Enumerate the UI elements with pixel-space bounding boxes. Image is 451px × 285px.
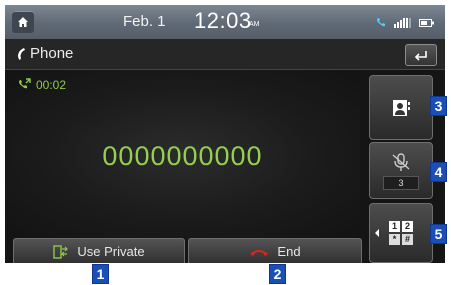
status-bar: Feb. 1 12:03 AM xyxy=(5,5,445,39)
keypad-key: # xyxy=(402,234,413,245)
dial-keypad-icon: 1 2 * # xyxy=(389,221,413,245)
phone-screen: Feb. 1 12:03 AM Phone 00:02 0000000000 3… xyxy=(5,5,445,263)
end-label: End xyxy=(277,244,301,259)
use-private-button[interactable]: Use Private xyxy=(13,238,185,263)
use-private-label: Use Private xyxy=(77,244,145,259)
callout-badge-3: 3 xyxy=(430,96,447,116)
dial-keypad-button[interactable]: 1 2 * # xyxy=(369,203,433,263)
status-time: 12:03 xyxy=(194,8,252,33)
contacts-icon xyxy=(393,99,410,116)
back-arrow-icon xyxy=(414,51,427,61)
keypad-key: * xyxy=(389,234,400,245)
phone-handset-icon xyxy=(18,48,25,60)
battery-icon xyxy=(419,15,435,33)
handset-transfer-icon xyxy=(53,244,69,259)
back-button[interactable] xyxy=(405,44,437,66)
outgoing-call-icon xyxy=(19,78,31,89)
signal-strength-icon xyxy=(394,15,412,33)
title-bar: Phone xyxy=(5,39,445,70)
phone-number: 0000000000 xyxy=(102,141,263,171)
callout-badge-5: 5 xyxy=(430,224,447,244)
status-date: Feb. 1 xyxy=(123,13,166,30)
callout-badge-1: 1 xyxy=(92,264,109,284)
mic-mute-icon xyxy=(392,152,410,171)
end-call-icon xyxy=(250,249,269,256)
home-button[interactable] xyxy=(12,11,34,33)
page-title: Phone xyxy=(30,45,74,62)
call-panel: 00:02 0000000000 xyxy=(5,70,360,238)
mic-level-value: 3 xyxy=(383,175,419,190)
bluetooth-phone-icon xyxy=(375,15,387,33)
keypad-key: 1 xyxy=(389,221,400,232)
end-call-button[interactable]: End xyxy=(188,238,362,263)
callout-badge-2: 2 xyxy=(269,264,286,284)
keypad-key: 2 xyxy=(402,221,413,232)
call-duration: 00:02 xyxy=(36,78,67,92)
contacts-button[interactable] xyxy=(369,75,433,140)
callout-badge-4: 4 xyxy=(430,162,447,182)
status-ampm: AM xyxy=(249,21,260,28)
mic-mute-button[interactable]: 3 xyxy=(369,142,433,199)
home-icon xyxy=(18,17,28,27)
chevron-left-icon xyxy=(375,229,379,237)
